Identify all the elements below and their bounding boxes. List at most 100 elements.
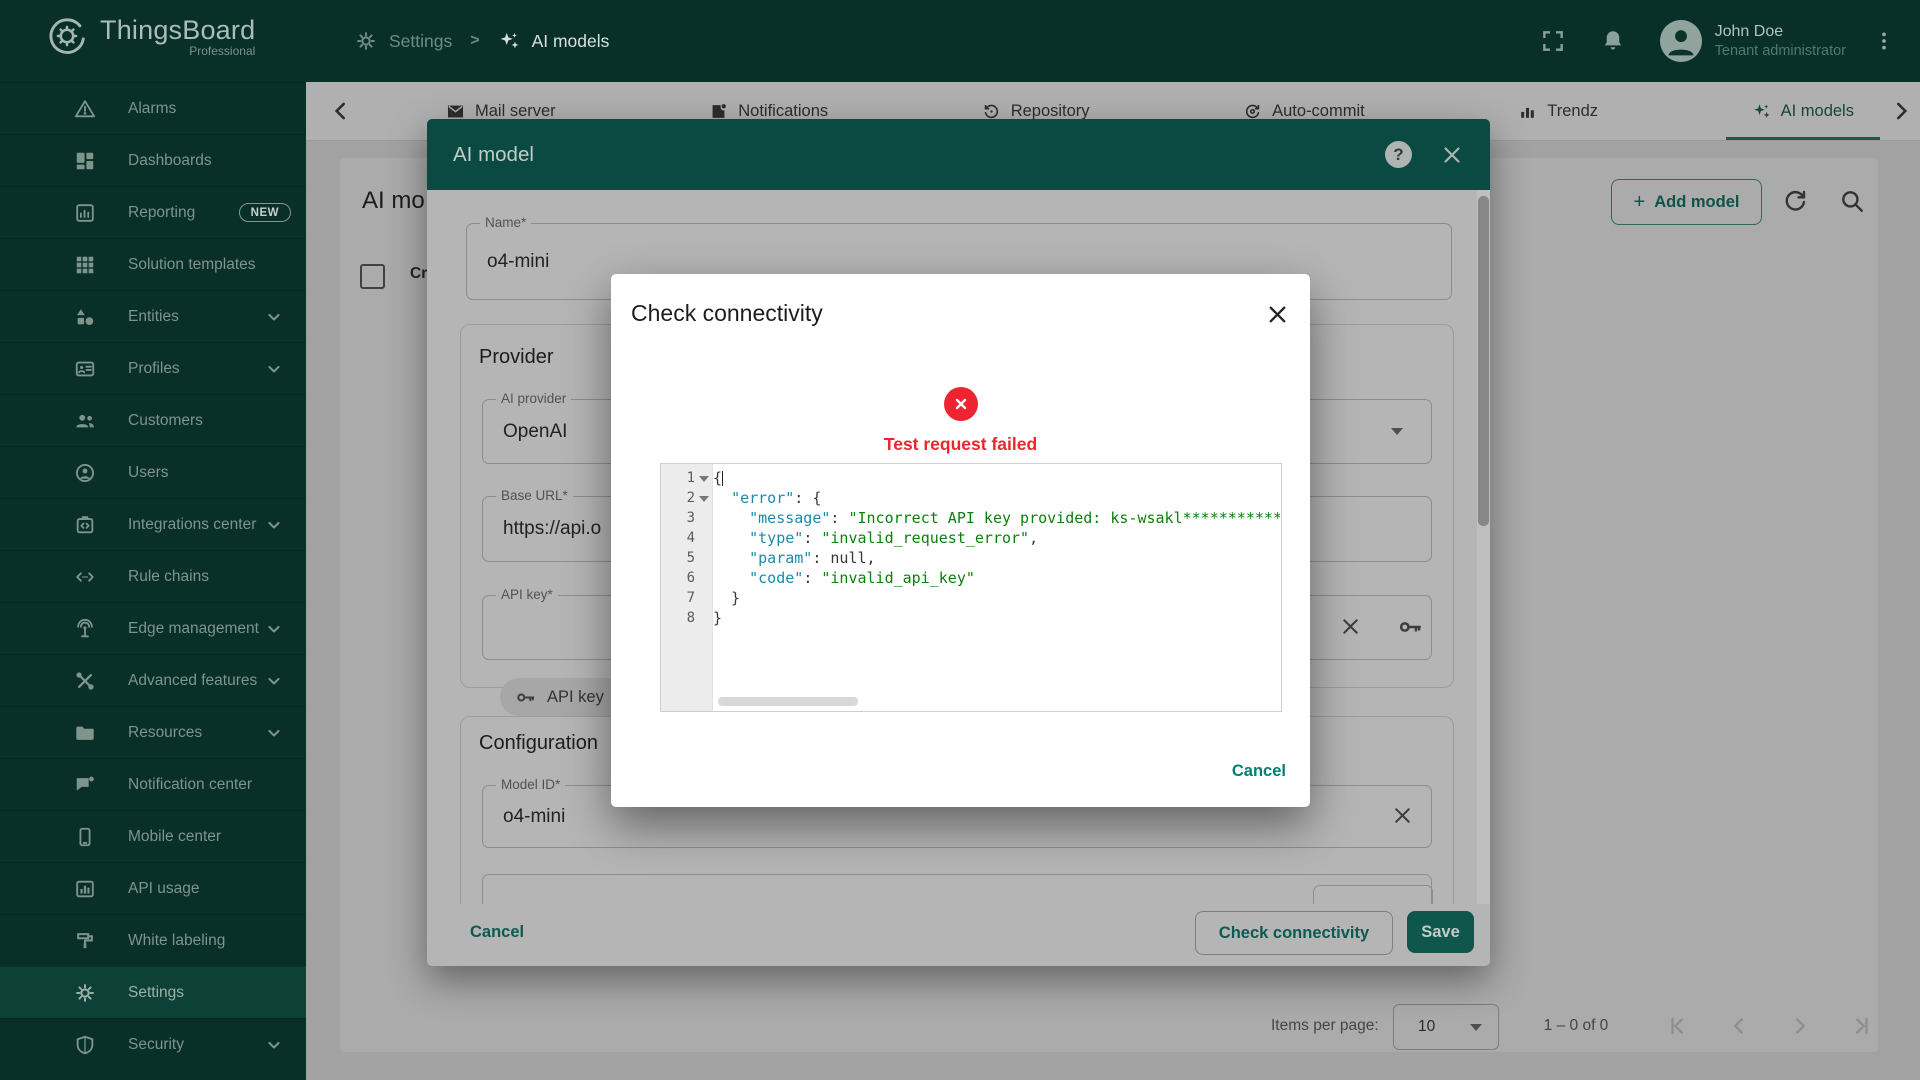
gear-icon bbox=[355, 30, 377, 52]
clipped-config-field[interactable] bbox=[482, 874, 1432, 904]
previous-page-icon[interactable] bbox=[1726, 1013, 1752, 1039]
rule-chains-icon bbox=[74, 566, 96, 588]
security-icon bbox=[74, 1034, 96, 1056]
alarm-icon bbox=[74, 98, 96, 120]
sidebar-item-white-labeling[interactable]: White labeling bbox=[0, 914, 306, 966]
check-connectivity-button[interactable]: Check connectivity bbox=[1195, 911, 1393, 955]
dialog-scrollbar[interactable] bbox=[1477, 190, 1490, 904]
avatar[interactable] bbox=[1660, 20, 1702, 62]
sidebar-item-label: API usage bbox=[128, 880, 200, 898]
tab-ai-models[interactable]: AI models bbox=[1726, 82, 1880, 140]
sidebar-item-dashboards[interactable]: Dashboards bbox=[0, 134, 306, 186]
resources-icon bbox=[74, 722, 96, 744]
chevron-down-icon bbox=[264, 671, 284, 691]
sidebar-item-integrations-center[interactable]: Integrations center bbox=[0, 498, 306, 550]
trendz-icon bbox=[1518, 102, 1537, 121]
last-page-icon[interactable] bbox=[1848, 1013, 1874, 1039]
model-id-label: Model ID* bbox=[496, 777, 565, 792]
sidebar-item-security[interactable]: Security bbox=[0, 1018, 306, 1070]
sidebar-item-label: Dashboards bbox=[128, 152, 212, 170]
select-all-checkbox[interactable] bbox=[360, 264, 385, 289]
thingsboard-logo-icon bbox=[44, 13, 90, 59]
brand-edition: Professional bbox=[189, 44, 255, 58]
editor-horizontal-scrollbar[interactable] bbox=[718, 697, 858, 706]
name-field-label: Name* bbox=[480, 215, 531, 230]
sidebar-item-alarms[interactable]: Alarms bbox=[0, 82, 306, 134]
editor-line-number: 6 bbox=[661, 568, 712, 588]
sidebar-item-profiles[interactable]: Profiles bbox=[0, 342, 306, 394]
sidebar-item-label: Profiles bbox=[128, 360, 180, 378]
notification-icon bbox=[74, 774, 96, 796]
sidebar-item-label: Entities bbox=[128, 308, 179, 326]
cancel-button[interactable]: Cancel bbox=[470, 923, 524, 942]
api-key-label: API key* bbox=[496, 587, 558, 602]
brand-logo-block[interactable]: ThingsBoard Professional bbox=[44, 13, 255, 59]
sidebar-item-solution-templates[interactable]: Solution templates bbox=[0, 238, 306, 290]
sidebar-item-settings[interactable]: Settings bbox=[0, 966, 306, 1018]
configuration-section-title: Configuration bbox=[479, 732, 598, 755]
column-header-partial: Cr bbox=[410, 265, 427, 283]
breadcrumb-separator: > bbox=[470, 32, 479, 50]
advanced-icon bbox=[74, 670, 96, 692]
fullscreen-icon[interactable] bbox=[1540, 28, 1566, 54]
breadcrumb-settings[interactable]: Settings bbox=[389, 31, 452, 52]
tab-label: Auto-commit bbox=[1272, 102, 1365, 121]
first-page-icon[interactable] bbox=[1665, 1013, 1691, 1039]
key-icon[interactable] bbox=[1397, 614, 1423, 640]
search-icon[interactable] bbox=[1839, 188, 1865, 214]
check-connectivity-dialog: Check connectivity Test request failed 1… bbox=[611, 274, 1310, 807]
json-response-editor[interactable]: 12345678 { "error": { "message": "Incorr… bbox=[660, 463, 1282, 712]
page-size-select[interactable]: 10 bbox=[1393, 1004, 1499, 1050]
check-dialog-cancel-button[interactable]: Cancel bbox=[1232, 762, 1286, 781]
editor-line: "message": "Incorrect API key provided: … bbox=[713, 508, 1280, 528]
auto-commit-icon bbox=[1243, 102, 1262, 121]
sidebar-item-reporting[interactable]: ReportingNEW bbox=[0, 186, 306, 238]
sidebar-item-customers[interactable]: Customers bbox=[0, 394, 306, 446]
dialog-scrollbar-thumb[interactable] bbox=[1478, 196, 1489, 526]
editor-gutter: 12345678 bbox=[661, 464, 713, 711]
sidebar-item-mobile-center[interactable]: Mobile center bbox=[0, 810, 306, 862]
next-page-icon[interactable] bbox=[1787, 1013, 1813, 1039]
ai-model-dialog-close-icon[interactable] bbox=[1440, 143, 1464, 167]
tab-label: Repository bbox=[1011, 102, 1090, 121]
tabs-scroll-left-icon[interactable] bbox=[328, 98, 354, 124]
base-url-value: https://api.o bbox=[503, 518, 601, 540]
sidebar-item-label: Security bbox=[128, 1036, 184, 1054]
sidebar-item-users[interactable]: Users bbox=[0, 446, 306, 498]
name-field-value: o4-mini bbox=[487, 251, 549, 273]
sidebar-item-label: Mobile center bbox=[128, 828, 221, 846]
editor-line: "param": null, bbox=[713, 548, 1280, 568]
check-connectivity-close-icon[interactable] bbox=[1265, 302, 1290, 327]
help-icon[interactable]: ? bbox=[1385, 141, 1412, 168]
fold-caret-icon[interactable] bbox=[699, 476, 709, 482]
sidebar-item-rule-chains[interactable]: Rule chains bbox=[0, 550, 306, 602]
sidebar-item-edge-management[interactable]: Edge management bbox=[0, 602, 306, 654]
add-model-button[interactable]: + Add model bbox=[1611, 179, 1762, 225]
chevron-down-icon bbox=[264, 619, 284, 639]
solution-templates-icon bbox=[74, 254, 96, 276]
clear-icon[interactable] bbox=[1391, 804, 1414, 827]
sidebar-item-resources[interactable]: Resources bbox=[0, 706, 306, 758]
notifications-bell-icon[interactable] bbox=[1600, 28, 1626, 54]
sidebar-item-advanced-features[interactable]: Advanced features bbox=[0, 654, 306, 706]
sidebar-item-api-usage[interactable]: API usage bbox=[0, 862, 306, 914]
user-info[interactable]: John Doe Tenant administrator bbox=[1715, 23, 1846, 59]
status-message: Test request failed bbox=[611, 434, 1310, 455]
refresh-icon[interactable] bbox=[1782, 188, 1808, 214]
sidebar-item-entities[interactable]: Entities bbox=[0, 290, 306, 342]
chevron-down-icon bbox=[264, 359, 284, 379]
clear-icon[interactable] bbox=[1339, 615, 1362, 638]
base-url-label: Base URL* bbox=[496, 488, 573, 503]
dashboards-icon bbox=[74, 150, 96, 172]
api-usage-icon bbox=[74, 878, 96, 900]
tabs-scroll-right-icon[interactable] bbox=[1888, 98, 1914, 124]
key-icon bbox=[515, 687, 536, 708]
more-vert-icon[interactable] bbox=[1872, 29, 1896, 53]
tab-trendz[interactable]: Trendz bbox=[1492, 82, 1624, 140]
edge-icon bbox=[74, 618, 96, 640]
items-per-page-label: Items per page: bbox=[1271, 1017, 1379, 1035]
clipped-inner-stepper[interactable] bbox=[1313, 885, 1433, 904]
save-button[interactable]: Save bbox=[1407, 911, 1474, 953]
sidebar-item-notification-center[interactable]: Notification center bbox=[0, 758, 306, 810]
fold-caret-icon[interactable] bbox=[699, 496, 709, 502]
